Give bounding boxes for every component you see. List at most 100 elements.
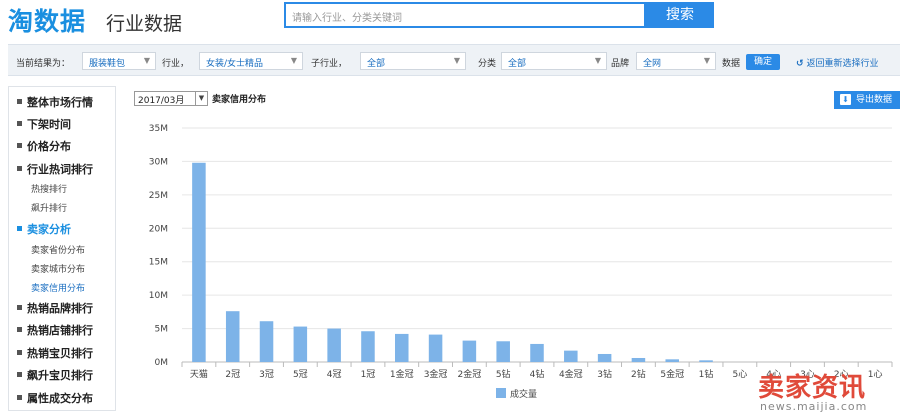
sidebar-item-label: 整体市场行情 [27, 96, 93, 109]
category-select[interactable]: 全部 ▼ [501, 52, 607, 70]
sidebar-item-rising-products[interactable]: 飙升宝贝排行 [9, 364, 115, 384]
refresh-icon: ↺ [796, 59, 804, 69]
bullet-icon [17, 350, 22, 355]
legend-label: 成交量 [510, 388, 537, 400]
data-label: 数据 [722, 59, 741, 69]
date-select[interactable]: 2017/03月 ▼ [134, 91, 208, 106]
sidebar-item-delist-time[interactable]: 下架时间 [9, 113, 115, 133]
current-result-label: 当前结果为： [16, 59, 71, 69]
bullet-icon [17, 121, 22, 126]
y-tick-label: 35M [149, 124, 168, 134]
x-category-label: 5钻 [496, 368, 511, 380]
bullet-icon [17, 166, 22, 171]
sidebar-item-label: 属性成交分布 [27, 392, 93, 405]
chevron-down-icon: ▼ [143, 56, 150, 65]
export-button-label: 导出数据 [856, 95, 893, 105]
bullet-icon [17, 327, 22, 332]
y-tick-label: 20M [149, 224, 168, 234]
sidebar-item-label: 下架时间 [27, 118, 71, 131]
legend: 成交量 [496, 388, 537, 400]
bar [225, 311, 240, 362]
sidebar-item-shops[interactable]: 热销店铺排行 [9, 319, 115, 339]
bar [530, 343, 544, 362]
y-tick-label: 5M [155, 325, 169, 335]
sidebar-item-label: 价格分布 [27, 140, 71, 153]
y-tick-label: 25M [149, 191, 168, 201]
confirm-button[interactable]: 确定 [746, 54, 780, 70]
brand-select[interactable]: 全网 ▼ [636, 52, 716, 70]
bullet-icon [17, 143, 22, 148]
bar [428, 334, 443, 362]
y-tick-label: 15M [149, 258, 168, 268]
x-category-label: 1冠 [361, 369, 376, 380]
bars [192, 162, 713, 362]
header: 淘数据 行业数据 请输入行业、分类关键词 搜索 [0, 0, 900, 40]
sidebar-subitem-seller-province[interactable]: 卖家省份分布 [31, 243, 85, 256]
sidebar-item-label: 飙升宝贝排行 [27, 369, 93, 382]
brand-label: 品牌 [611, 59, 630, 69]
bar [564, 350, 578, 362]
bullet-icon [17, 305, 22, 310]
date-select-value: 2017/03月 [138, 96, 185, 106]
x-category-label: 5冠 [293, 369, 308, 380]
bar [699, 360, 713, 362]
bar [327, 328, 341, 362]
sidebar-item-market[interactable]: 整体市场行情 [9, 91, 115, 111]
x-category-label: 1钻 [699, 368, 714, 380]
chevron-down-icon: ▼ [290, 56, 297, 65]
x-category-label: 4金冠 [559, 368, 583, 380]
x-category-label: 4钻 [530, 368, 545, 380]
sidebar-subitem-hot-search[interactable]: 热搜排行 [31, 182, 67, 195]
category-label: 分类 [478, 59, 497, 69]
x-category-label: 5金冠 [660, 368, 684, 380]
bullet-icon [17, 395, 22, 400]
search-button[interactable]: 搜索 [646, 2, 714, 28]
chevron-down-icon: ▼ [453, 56, 460, 65]
filter-bar: 当前结果为： 服装鞋包 ▼ 行业， 女装/女士精品 ▼ 子行业， 全部 ▼ 分类 全部… [8, 44, 900, 76]
sidebar-item-label: 行业热词排行 [27, 163, 93, 176]
bar [665, 359, 679, 362]
subindustry-select-value: 全部 [367, 59, 386, 69]
sidebar-item-label: 热销宝贝排行 [27, 347, 93, 360]
download-icon: ⬇ [840, 94, 851, 105]
subindustry-label: 子行业， [311, 59, 348, 69]
sidebar-item-products[interactable]: 热销宝贝排行 [9, 342, 115, 362]
industry2-select[interactable]: 女装/女士精品 ▼ [199, 52, 303, 70]
industry-select[interactable]: 服装鞋包 ▼ [82, 52, 156, 70]
sidebar-item-label: 热销店铺排行 [27, 324, 93, 337]
watermark-url: news.maijia.com [760, 400, 868, 413]
y-tick-label: 10M [149, 291, 168, 301]
export-data-button[interactable]: ⬇ 导出数据 [834, 91, 900, 109]
sidebar-item-attributes[interactable]: 属性成交分布 [9, 387, 115, 407]
bar [361, 331, 375, 362]
x-category-label: 天猫 [190, 368, 208, 380]
bullet-icon [17, 372, 22, 377]
sidebar-subitem-seller-city[interactable]: 卖家城市分布 [31, 262, 85, 275]
bar [597, 353, 612, 362]
sidebar: 整体市场行情 下架时间 价格分布 行业热词排行 热搜排行 飙升排行 卖家分析 卖… [8, 86, 116, 411]
bar [192, 162, 206, 362]
sidebar-item-seller-analysis[interactable]: 卖家分析 [9, 218, 115, 238]
logo[interactable]: 淘数据 [8, 2, 86, 38]
chevron-down-icon: ▼ [703, 56, 710, 65]
subindustry-select[interactable]: 全部 ▼ [360, 52, 466, 70]
x-category-label: 2钻 [631, 368, 646, 380]
industry-select-value: 服装鞋包 [89, 59, 126, 69]
bar [496, 341, 510, 362]
sidebar-item-brands[interactable]: 热销品牌排行 [9, 297, 115, 317]
sidebar-item-price[interactable]: 价格分布 [9, 135, 115, 155]
bar [293, 326, 308, 362]
industry2-select-value: 女装/女士精品 [206, 59, 264, 69]
sidebar-subitem-seller-credit[interactable]: 卖家信用分布 [31, 281, 85, 294]
sidebar-item-hotwords[interactable]: 行业热词排行 [9, 158, 115, 178]
x-category-label: 1金冠 [390, 368, 414, 380]
sidebar-subitem-rising[interactable]: 飙升排行 [31, 201, 67, 214]
y-tick-label: 30M [149, 157, 168, 167]
search-input[interactable]: 请输入行业、分类关键词 [284, 2, 646, 28]
x-category-label: 5心 [732, 369, 747, 380]
chart-title: 卖家信用分布 [212, 95, 267, 105]
bullet-icon [17, 226, 22, 231]
x-category-label: 2冠 [225, 369, 240, 380]
bar [259, 321, 274, 362]
reset-industry-link[interactable]: ↺ 返回重新选择行业 [796, 56, 879, 69]
